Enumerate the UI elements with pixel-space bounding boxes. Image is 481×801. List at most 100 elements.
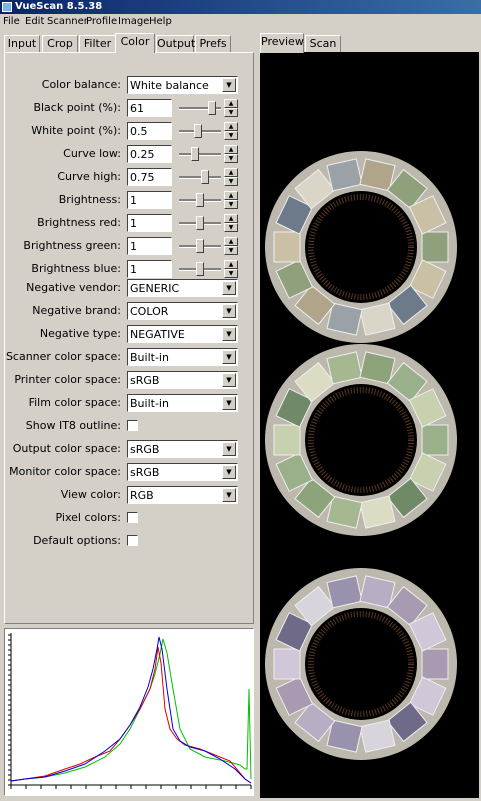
tab-preview[interactable]: Preview [260,33,304,53]
spin-down-icon[interactable]: ▼ [224,246,238,255]
dropdown-arrow-icon[interactable]: ▼ [222,304,236,318]
menu-help[interactable]: Help [149,16,172,27]
monitor-color-space-select[interactable]: sRGB ▼ [127,463,238,481]
preview-panel[interactable] [260,52,479,798]
default-options-label: Default options: [33,534,121,547]
black-point-label: Black point (%): [33,101,121,114]
brightness-blue-slider[interactable] [179,259,221,279]
tab-crop[interactable]: Crop [42,35,78,52]
spin-up-icon[interactable]: ▲ [224,214,238,223]
curve-low-label: Curve low: [63,147,121,160]
tab-input[interactable]: Input [4,35,40,52]
slider-thumb[interactable] [196,216,204,230]
spin-down-icon[interactable]: ▼ [224,177,238,186]
slider-thumb[interactable] [196,193,204,207]
dropdown-arrow-icon[interactable]: ▼ [222,78,236,92]
white-point-field[interactable]: 0.5 [127,122,172,140]
dropdown-arrow-icon[interactable]: ▼ [222,465,236,479]
spin-down-icon[interactable]: ▼ [224,223,238,232]
spin-up-icon[interactable]: ▲ [224,145,238,154]
dropdown-arrow-icon[interactable]: ▼ [222,396,236,410]
tab-color[interactable]: Color [115,33,155,53]
brightness-red-slider[interactable] [179,213,221,233]
row-printer-color-space: Printer color space: sRGB ▼ [5,370,255,390]
spin-down-icon[interactable]: ▼ [224,200,238,209]
black-point-slider[interactable] [179,98,221,118]
white-point-spinner[interactable]: ▲ ▼ [224,122,238,140]
spin-up-icon[interactable]: ▲ [224,168,238,177]
menu-file[interactable]: File [3,16,20,27]
brightness-field[interactable]: 1 [127,191,172,209]
spin-down-icon[interactable]: ▼ [224,108,238,117]
brightness-blue-spinner[interactable]: ▲ ▼ [224,260,238,278]
tab-scan[interactable]: Scan [305,35,341,52]
negative-type-select[interactable]: NEGATIVE ▼ [127,325,238,343]
brightness-green-slider[interactable] [179,236,221,256]
color-balance-label: Color balance: [41,78,121,91]
dropdown-arrow-icon[interactable]: ▼ [222,350,236,364]
menu-image[interactable]: Image [118,16,149,27]
scanner-color-space-select[interactable]: Built-in ▼ [127,348,238,366]
black-point-field[interactable]: 61 [127,99,172,117]
row-brightness: Brightness: 1 ▲ ▼ [5,190,255,210]
dropdown-arrow-icon[interactable]: ▼ [222,442,236,456]
brightness-red-spinner[interactable]: ▲ ▼ [224,214,238,232]
tab-output[interactable]: Output [156,35,195,52]
scanner-color-space-label: Scanner color space: [5,350,121,363]
slider-thumb[interactable] [196,239,204,253]
show-it8-outline-checkbox[interactable] [127,420,138,431]
output-color-space-select[interactable]: sRGB ▼ [127,440,238,458]
tab-filter[interactable]: Filter [79,35,116,52]
slider-thumb[interactable] [196,262,204,276]
brightness-blue-field[interactable]: 1 [127,260,172,278]
dropdown-arrow-icon[interactable]: ▼ [222,488,236,502]
black-point-spinner[interactable]: ▲ ▼ [224,99,238,117]
curve-high-field[interactable]: 0.75 [127,168,172,186]
brightness-green-field[interactable]: 1 [127,237,172,255]
brightness-spinner[interactable]: ▲ ▼ [224,191,238,209]
reel-center [305,608,417,720]
slider-thumb[interactable] [207,101,216,115]
curve-low-spinner[interactable]: ▲ ▼ [224,145,238,163]
view-color-select[interactable]: RGB ▼ [127,486,238,504]
default-options-checkbox[interactable] [127,535,138,546]
pixel-colors-checkbox[interactable] [127,512,138,523]
spin-up-icon[interactable]: ▲ [224,191,238,200]
color-settings-panel: Color balance: White balance ▼ Black poi… [4,52,254,624]
spin-down-icon[interactable]: ▼ [224,154,238,163]
dropdown-arrow-icon[interactable]: ▼ [222,327,236,341]
dropdown-arrow-icon[interactable]: ▼ [222,373,236,387]
color-balance-value: White balance [130,79,209,92]
negative-vendor-select[interactable]: GENERIC ▼ [127,279,238,297]
dropdown-arrow-icon[interactable]: ▼ [222,281,236,295]
slider-thumb[interactable] [194,124,203,138]
printer-color-space-select[interactable]: sRGB ▼ [127,371,238,389]
spin-down-icon[interactable]: ▼ [224,269,238,278]
curve-low-field[interactable]: 0.25 [127,145,172,163]
menu-profile[interactable]: Profile [86,16,117,27]
white-point-slider[interactable] [179,121,221,141]
curve-high-slider[interactable] [179,167,221,187]
curve-low-slider[interactable] [179,144,221,164]
spin-down-icon[interactable]: ▼ [224,131,238,140]
reel-center [305,191,417,303]
curve-high-spinner[interactable]: ▲ ▼ [224,168,238,186]
menu-edit[interactable]: Edit [25,16,44,27]
spin-up-icon[interactable]: ▲ [224,260,238,269]
spin-up-icon[interactable]: ▲ [224,122,238,131]
spin-up-icon[interactable]: ▲ [224,237,238,246]
film-color-space-select[interactable]: Built-in ▼ [127,394,238,412]
slider-thumb[interactable] [190,147,199,161]
slider-thumb[interactable] [201,170,210,184]
spin-up-icon[interactable]: ▲ [224,99,238,108]
row-color-balance: Color balance: White balance ▼ [5,75,255,95]
menu-scanner[interactable]: Scanner [47,16,88,27]
brightness-slider[interactable] [179,190,221,210]
brightness-green-spinner[interactable]: ▲ ▼ [224,237,238,255]
tab-prefs[interactable]: Prefs [195,35,231,52]
brightness-red-field[interactable]: 1 [127,214,172,232]
row-monitor-color-space: Monitor color space: sRGB ▼ [5,462,255,482]
negative-brand-select[interactable]: COLOR ▼ [127,302,238,320]
color-balance-select[interactable]: White balance ▼ [127,76,238,94]
histogram-blue-curve [10,636,252,784]
